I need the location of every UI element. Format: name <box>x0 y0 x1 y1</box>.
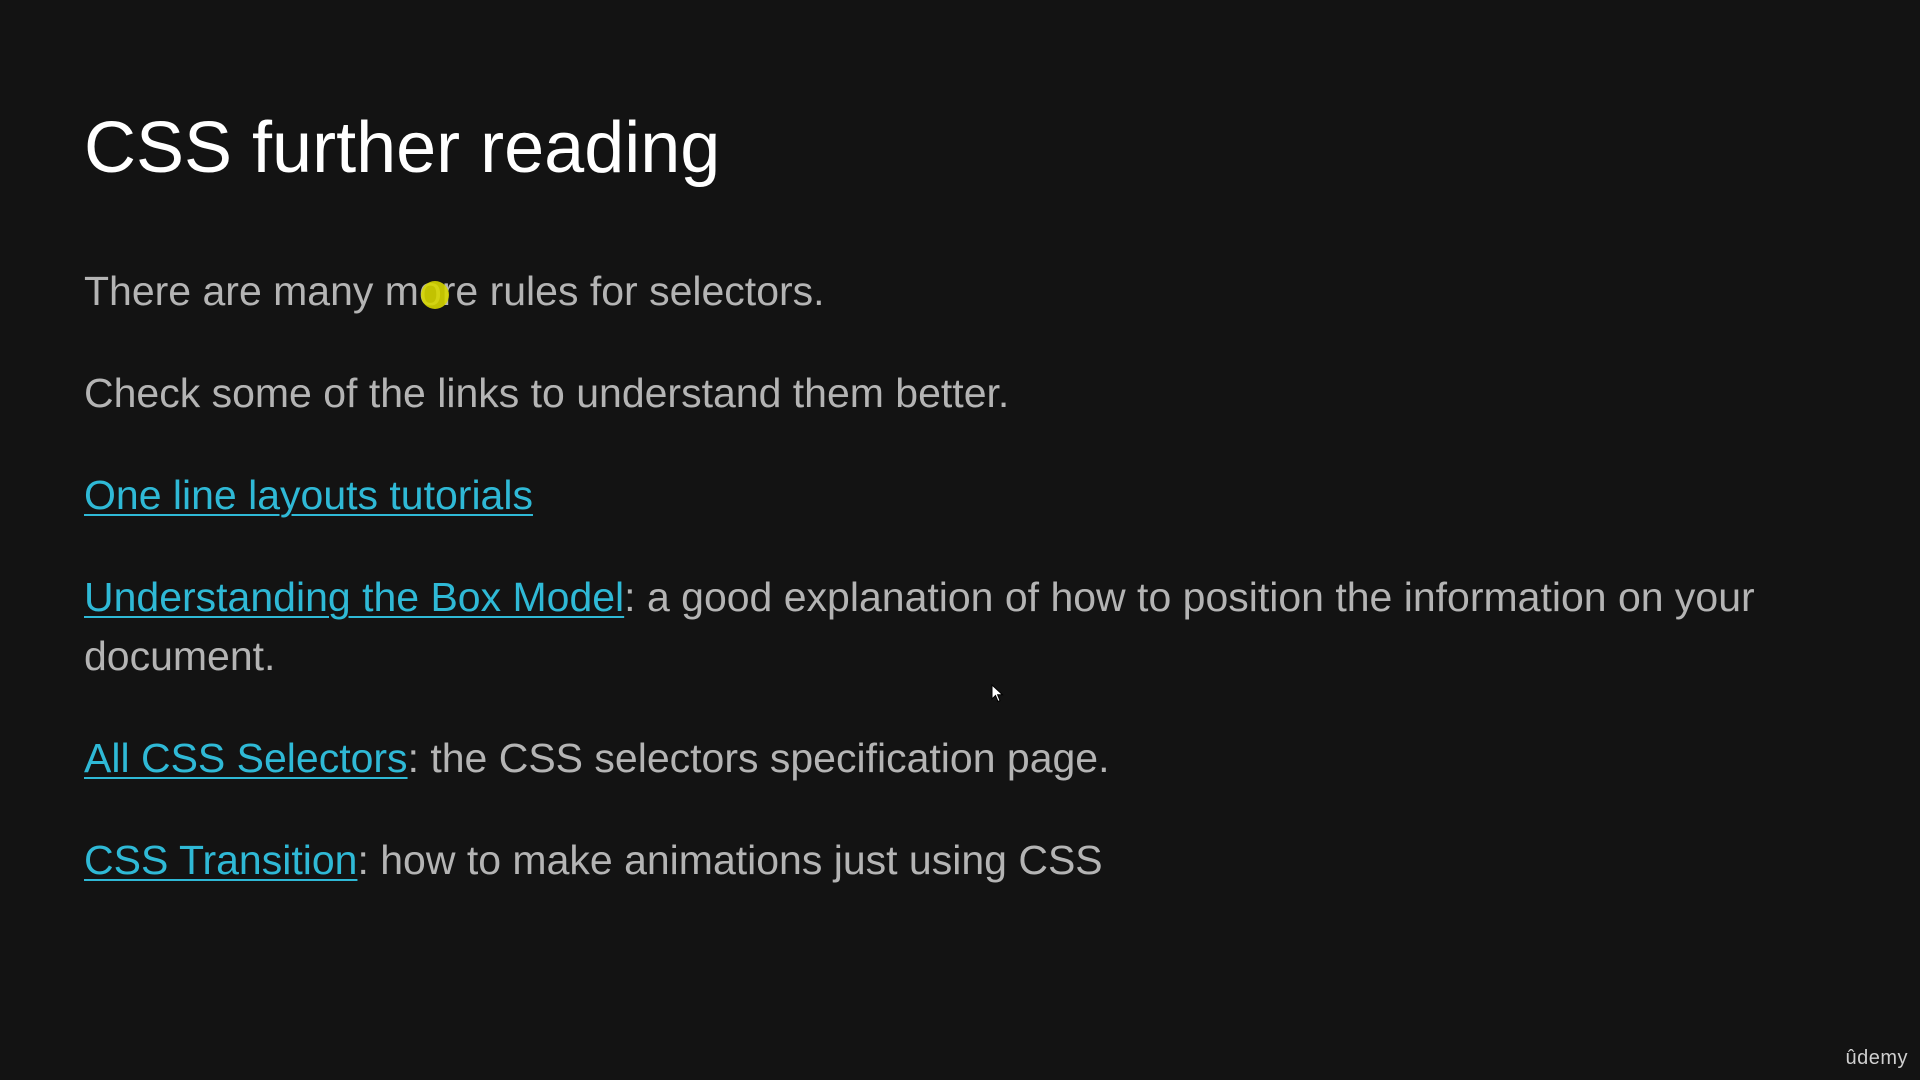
slide: CSS further reading There are many more … <box>0 0 1920 1080</box>
link-item-box-model: Understanding the Box Model: a good expl… <box>84 568 1844 686</box>
cursor-arrow-icon <box>991 684 1004 703</box>
one-line-layouts-link[interactable]: One line layouts tutorials <box>84 472 533 518</box>
page-title: CSS further reading <box>84 108 721 188</box>
box-model-link[interactable]: Understanding the Box Model <box>84 574 624 620</box>
udemy-logo: ûdemy <box>1845 1047 1908 1069</box>
slide-content: There are many more rules for selectors.… <box>84 262 1844 933</box>
css-transition-description: : how to make animations just using CSS <box>357 837 1103 883</box>
css-transition-link[interactable]: CSS Transition <box>84 837 357 883</box>
css-selectors-description: : the CSS selectors specification page. <box>407 735 1110 781</box>
link-item-one-line-layouts: One line layouts tutorials <box>84 466 1844 525</box>
paragraph-more-rules: There are many more rules for selectors. <box>84 268 825 314</box>
link-item-css-transition: CSS Transition: how to make animations j… <box>84 831 1844 890</box>
link-item-css-selectors: All CSS Selectors: the CSS selectors spe… <box>84 729 1844 788</box>
paragraph-check-links: Check some of the links to understand th… <box>84 370 1010 416</box>
yellow-dot-highlight-icon <box>421 281 449 309</box>
all-css-selectors-link[interactable]: All CSS Selectors <box>84 735 408 781</box>
